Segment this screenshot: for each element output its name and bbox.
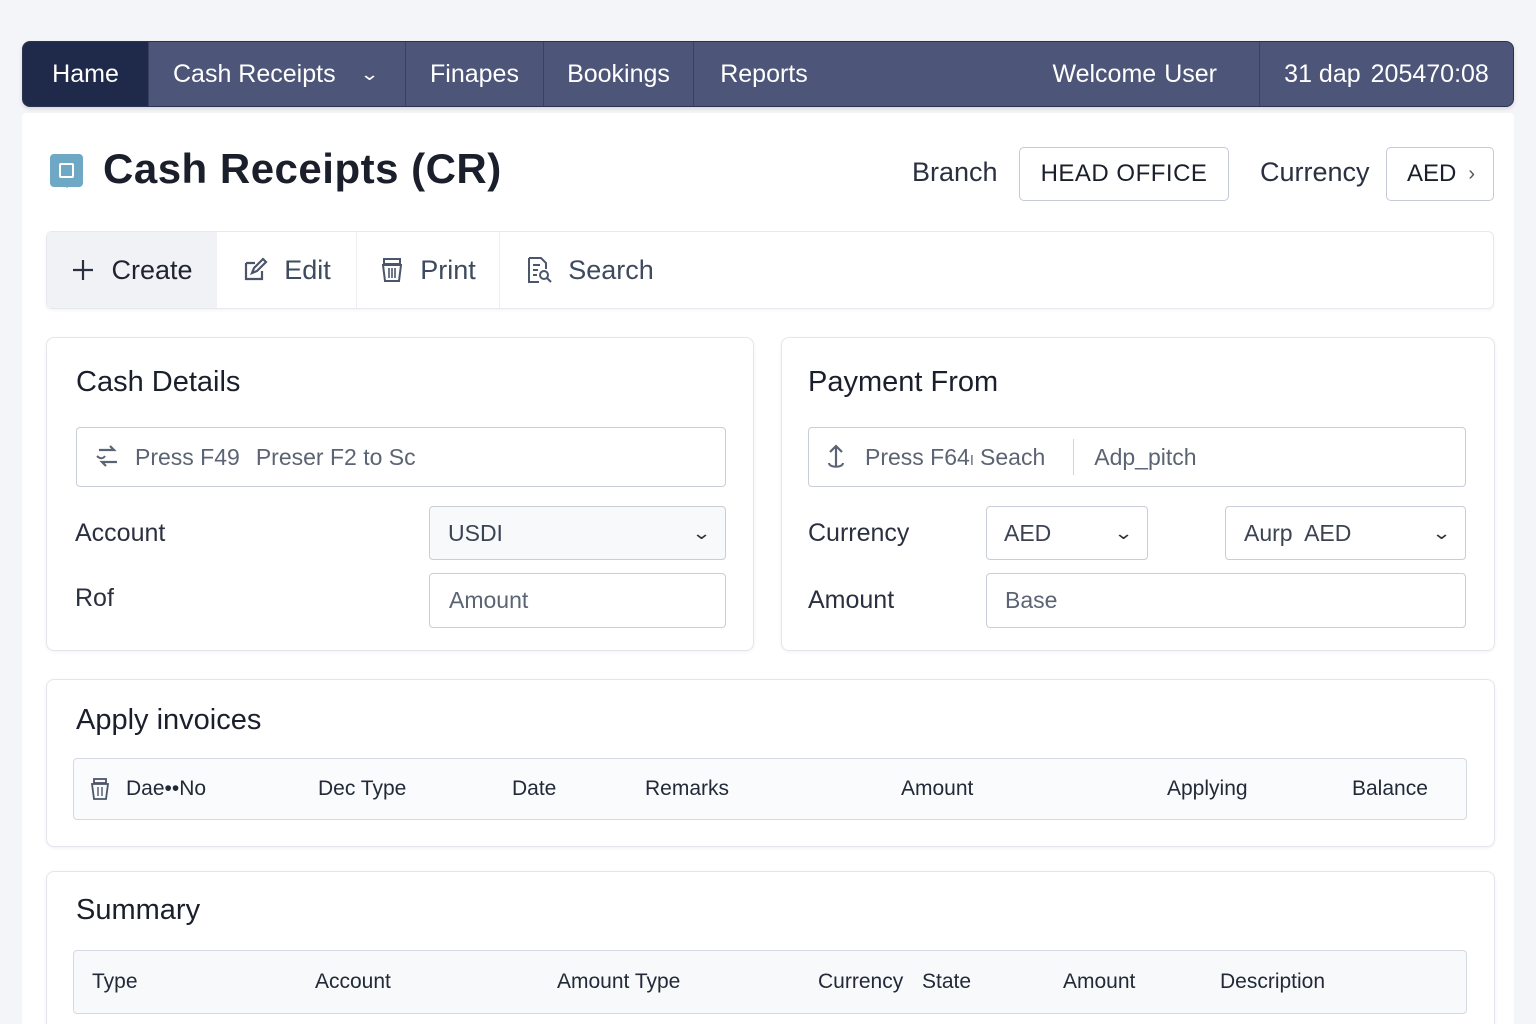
cash-details-title: Cash Details [76, 366, 241, 398]
col-balance[interactable]: Balance [1352, 759, 1428, 819]
search-document-icon [526, 256, 552, 284]
payment-from-card: Payment From Press F64ₗ Seach Adp_pitch … [781, 337, 1495, 651]
payment-amount-input[interactable]: Base [986, 573, 1466, 628]
amount-placeholder: Amount [449, 587, 529, 613]
payment-amount-placeholder: Base [1005, 587, 1058, 613]
summary-card: Summary Type Account Amount Type Currenc… [46, 871, 1495, 1024]
payment-currency-select-2[interactable]: Aurp AED ⌄ [1225, 506, 1466, 560]
apply-invoices-card: Apply invoices Dae••No Dec Type Date Rem… [46, 679, 1495, 847]
cash-details-card: Cash Details Press F49 Preser F2 to Sc A… [46, 337, 754, 651]
cash-search-hint-1: Press F49 [135, 443, 240, 470]
chevron-down-icon: ⌄ [691, 522, 712, 543]
nav-date: 31 dap [1284, 59, 1361, 88]
plus-icon [71, 258, 95, 282]
account-value: USDI [448, 519, 503, 546]
invoices-table-header: Dae••No Dec Type Date Remarks Amount App… [73, 758, 1467, 820]
payment-currency-label: Currency [808, 519, 910, 547]
chevron-right-icon: › [1468, 162, 1476, 185]
welcome-user: Welcome User [1052, 42, 1260, 106]
branch-label: Branch [912, 157, 998, 187]
col-remarks[interactable]: Remarks [645, 759, 729, 819]
receipt-icon [50, 153, 83, 188]
col-amount-type[interactable]: Amount Type [557, 951, 680, 1013]
cash-search-field[interactable]: Press F49 Preser F2 to Sc [76, 427, 726, 487]
col-type[interactable]: Type [92, 951, 138, 1013]
col-amount[interactable]: Amount [1063, 951, 1135, 1013]
field-divider [1073, 439, 1075, 475]
amount-input[interactable]: Amount [429, 573, 726, 628]
payment-search-field[interactable]: Press F64ₗ Seach Adp_pitch [808, 427, 1466, 487]
col-state[interactable]: State [922, 951, 971, 1013]
print-icon [380, 257, 404, 283]
trash-icon[interactable] [90, 759, 110, 819]
rof-label: Rof [75, 584, 114, 612]
nav-bookings[interactable]: Bookings [544, 42, 694, 106]
user-name: User [1164, 59, 1217, 88]
col-doc-no[interactable]: Dae••No [126, 759, 206, 819]
edit-icon [242, 257, 268, 283]
col-date[interactable]: Date [512, 759, 556, 819]
col-doc-type[interactable]: Dec Type [318, 759, 406, 819]
currency-selector[interactable]: AED › [1386, 147, 1494, 201]
print-label: Print [420, 254, 476, 285]
nav-finapes[interactable]: Finapes [406, 42, 544, 106]
col-currency[interactable]: Currency [818, 951, 903, 1013]
payment-currency-value: AED [1004, 519, 1052, 546]
welcome-text: Welcome [1052, 59, 1157, 88]
nav-reports[interactable]: Reports [694, 42, 834, 106]
nav-home[interactable]: Hame [23, 42, 149, 106]
payment-amount-label: Amount [808, 586, 895, 614]
search-label: Search [568, 254, 654, 285]
action-toolbar: Create Edit Print Search [46, 231, 1494, 309]
payment-from-title: Payment From [808, 366, 999, 398]
summary-table-header: Type Account Amount Type Currency State … [73, 950, 1467, 1014]
col-applying[interactable]: Applying [1167, 759, 1248, 819]
cash-search-hint-2: Preser F2 to Sc [255, 443, 416, 470]
nav-cash-receipts-label: Cash Receipts [173, 59, 336, 88]
edit-label: Edit [284, 254, 331, 285]
payment-currency-value-2: Aurp AED [1244, 519, 1352, 546]
currency-value: AED [1407, 160, 1457, 187]
print-button[interactable]: Print [357, 232, 500, 308]
account-select[interactable]: USDI ⌄ [429, 506, 726, 560]
col-description[interactable]: Description [1220, 951, 1325, 1013]
nav-time: 205470:08 [1370, 59, 1489, 88]
create-label: Create [111, 254, 193, 285]
summary-title: Summary [76, 894, 201, 926]
search-button[interactable]: Search [500, 232, 680, 308]
col-account[interactable]: Account [315, 951, 391, 1013]
chevron-down-icon: ⌄ [1431, 522, 1452, 543]
branch-selector[interactable]: HEAD OFFICE [1019, 147, 1229, 201]
payment-currency-select[interactable]: AED ⌄ [986, 506, 1148, 560]
payment-search-hint-1: Press F64ₗ Seach [865, 443, 1046, 470]
page-title: Cash Receipts (CR) [103, 145, 502, 192]
main-panel: Cash Receipts (CR) Branch HEAD OFFICE Cu… [22, 113, 1514, 1024]
col-amount[interactable]: Amount [901, 759, 973, 819]
currency-label: Currency [1260, 157, 1370, 187]
apply-invoices-title: Apply invoices [76, 704, 262, 736]
page-header: Cash Receipts (CR) [50, 145, 502, 193]
top-nav: Hame Cash Receipts ⌄ Finapes Bookings Re… [22, 41, 1514, 107]
chevron-down-icon: ⌄ [359, 63, 379, 84]
transfer-icon [93, 442, 123, 472]
create-button[interactable]: Create [47, 232, 217, 308]
account-label: Account [75, 519, 166, 547]
edit-button[interactable]: Edit [217, 232, 357, 308]
nav-datetime: 31 dap 205470:08 [1260, 42, 1513, 106]
upload-icon [823, 441, 849, 473]
nav-cash-receipts[interactable]: Cash Receipts ⌄ [149, 42, 406, 106]
payment-search-hint-2: Adp_pitch [1094, 443, 1197, 470]
chevron-down-icon: ⌄ [1113, 522, 1134, 543]
